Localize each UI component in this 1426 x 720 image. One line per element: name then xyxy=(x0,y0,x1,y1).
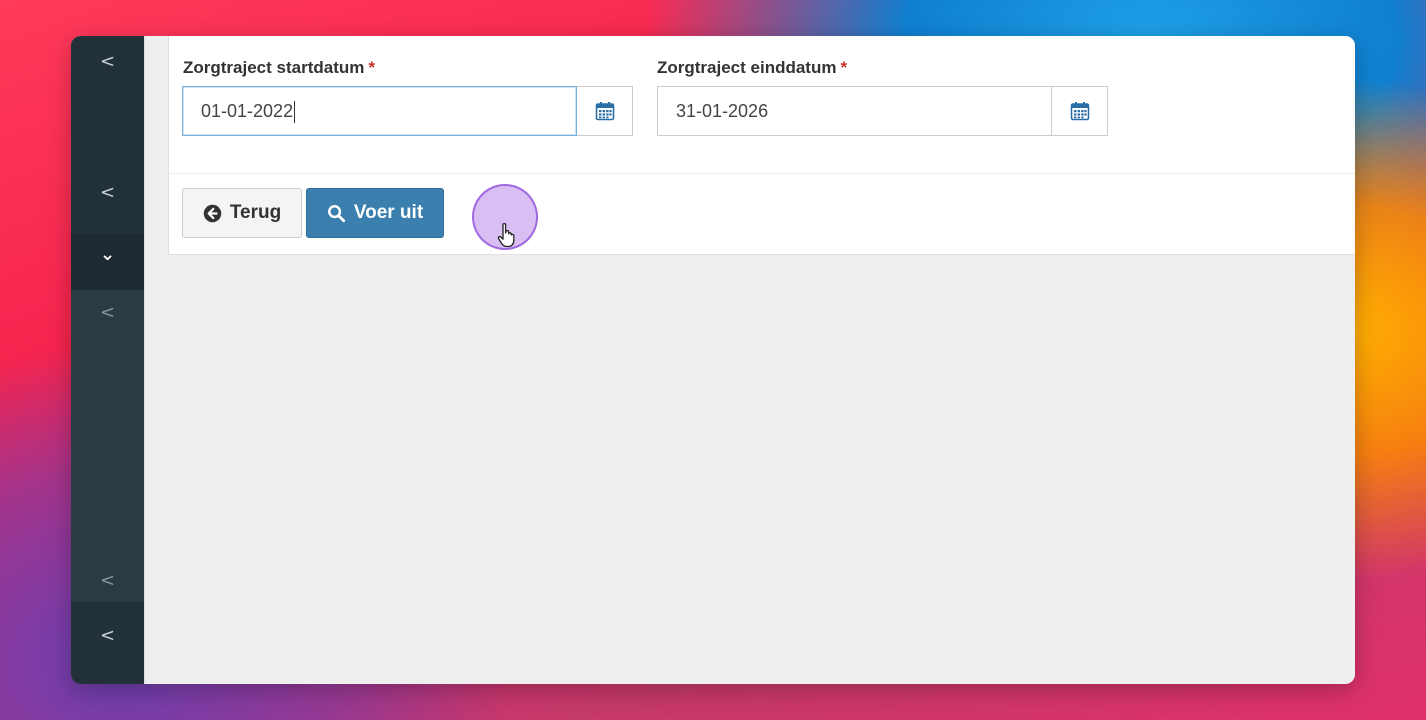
required-marker: * xyxy=(368,58,375,77)
back-button-label: Terug xyxy=(229,202,282,223)
run-button[interactable]: Voer uit xyxy=(306,188,444,238)
search-icon xyxy=(327,204,346,223)
sidebar-chevron-icon[interactable]: < xyxy=(71,626,144,646)
start-date-label: Zorgtraject startdatum * xyxy=(183,58,375,78)
end-date-calendar-button[interactable] xyxy=(1052,86,1108,136)
form-divider xyxy=(169,173,1355,174)
main-content: Zorgtraject startdatum * 01-01-2022 Zorg… xyxy=(144,36,1355,684)
date-filter-panel: Zorgtraject startdatum * 01-01-2022 Zorg… xyxy=(168,36,1355,255)
sidebar-chevron-icon[interactable]: < xyxy=(71,303,144,323)
start-date-value: 01-01-2022 xyxy=(201,101,294,121)
sidebar: < < ⌄ < < < xyxy=(71,36,144,684)
start-date-group: 01-01-2022 xyxy=(182,86,633,136)
start-date-calendar-button[interactable] xyxy=(577,86,633,136)
sidebar-collapse-chevron-icon[interactable]: < xyxy=(71,52,144,72)
end-date-group: 31-01-2026 xyxy=(657,86,1108,136)
end-date-input[interactable]: 31-01-2026 xyxy=(657,86,1052,136)
back-button[interactable]: Terug xyxy=(182,188,302,238)
click-indicator xyxy=(472,184,538,250)
calendar-icon xyxy=(595,102,614,121)
sidebar-chevron-icon[interactable]: < xyxy=(71,183,144,203)
end-date-label: Zorgtraject einddatum * xyxy=(657,58,847,78)
arrow-circle-left-icon xyxy=(203,204,222,223)
text-caret xyxy=(294,101,296,124)
sidebar-expand-chevron-icon[interactable]: ⌄ xyxy=(71,245,144,265)
app-window: < < ⌄ < < < Zorgtraject startdatum * 01-0… xyxy=(71,36,1355,684)
end-date-value: 31-01-2026 xyxy=(676,101,769,121)
sidebar-chevron-icon[interactable]: < xyxy=(71,571,144,591)
required-marker: * xyxy=(840,58,848,77)
start-date-input[interactable]: 01-01-2022 xyxy=(182,86,577,136)
end-date-label-text: Zorgtraject einddatum xyxy=(657,58,837,77)
hand-pointer-icon xyxy=(497,222,515,248)
calendar-icon xyxy=(1070,102,1089,121)
start-date-label-text: Zorgtraject startdatum xyxy=(183,58,365,77)
run-button-label: Voer uit xyxy=(353,202,424,223)
